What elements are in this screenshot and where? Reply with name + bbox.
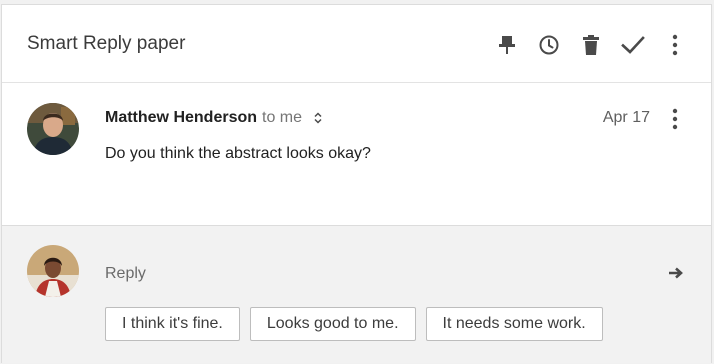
message-thread-card: Smart Reply paper Matthew Henderson to m… [1, 4, 712, 363]
sender-avatar [27, 103, 79, 155]
message-body: Do you think the abstract looks okay? [105, 145, 371, 162]
smart-reply-suggestions: I think it's fine. Looks good to me. It … [105, 307, 603, 341]
recipient-label: to me [262, 109, 303, 126]
thread-toolbar [491, 29, 691, 61]
expand-details-button[interactable] [310, 110, 326, 126]
thread-header: Smart Reply paper [2, 5, 711, 83]
trash-icon [583, 35, 599, 55]
sender-name: Matthew Henderson [105, 109, 258, 126]
suggestion-chip[interactable]: Looks good to me. [249, 307, 416, 341]
more-vertical-icon [672, 34, 678, 56]
message-item: Matthew Henderson to me Apr 17 Do you th… [2, 83, 711, 225]
suggestion-chip[interactable]: I think it's fine. [105, 307, 240, 341]
done-button[interactable] [617, 29, 649, 61]
sender-line: Matthew Henderson to me [105, 108, 326, 128]
delete-button[interactable] [575, 29, 607, 61]
snooze-button[interactable] [533, 29, 565, 61]
send-arrow-icon [669, 267, 683, 279]
user-avatar [27, 245, 79, 297]
expand-toggle-icon [314, 112, 322, 124]
clock-icon [539, 35, 559, 55]
message-more-button[interactable] [659, 103, 691, 135]
send-button[interactable] [661, 258, 691, 288]
thread-more-button[interactable] [659, 29, 691, 61]
more-vertical-icon [672, 108, 678, 130]
reply-area: Reply I think it's fine. Looks good to m… [2, 225, 711, 363]
reply-input[interactable]: Reply [105, 264, 146, 284]
checkmark-icon [621, 36, 645, 54]
thread-subject: Smart Reply paper [27, 33, 186, 54]
pin-icon [499, 36, 515, 54]
pin-button[interactable] [491, 29, 523, 61]
suggestion-chip[interactable]: It needs some work. [425, 307, 603, 341]
message-date: Apr 17 [602, 109, 650, 126]
